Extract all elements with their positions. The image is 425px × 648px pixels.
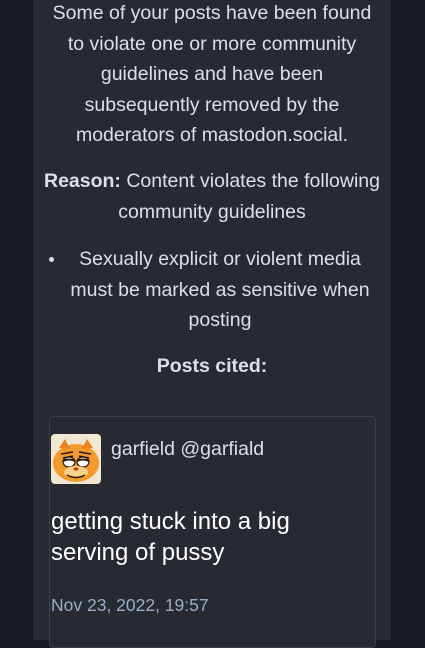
- moderation-card: Some of your posts have been found to vi…: [33, 0, 391, 648]
- screen: Some of your posts have been found to vi…: [0, 0, 425, 648]
- email-panel: Some of your posts have been found to vi…: [33, 0, 391, 648]
- post-header: garfield @garfiald: [51, 434, 264, 484]
- post-timestamp[interactable]: Nov 23, 2022, 19:57: [51, 593, 209, 617]
- removal-notice-text: Some of your posts have been found to vi…: [52, 2, 372, 146]
- cited-post-card[interactable]: garfield @garfiald getting stuck into a …: [49, 416, 376, 648]
- reason-label: Reason:: [43, 170, 121, 192]
- post-author[interactable]: garfield @garfiald: [111, 438, 264, 461]
- bullet-icon: [49, 257, 54, 262]
- post-content: getting stuck into a big serving of puss…: [51, 508, 290, 566]
- reason-paragraph: Reason: Content violates the following c…: [43, 166, 381, 227]
- reason-text: Content violates the following community…: [118, 170, 380, 223]
- posts-cited-heading: Posts cited:: [156, 355, 268, 377]
- rule-text: Sexually explicit or violent media must …: [70, 248, 370, 331]
- rule-item: Sexually explicit or violent media must …: [33, 244, 391, 336]
- rule-list: Sexually explicit or violent media must …: [33, 244, 391, 336]
- garfield-avatar-icon[interactable]: [51, 434, 101, 484]
